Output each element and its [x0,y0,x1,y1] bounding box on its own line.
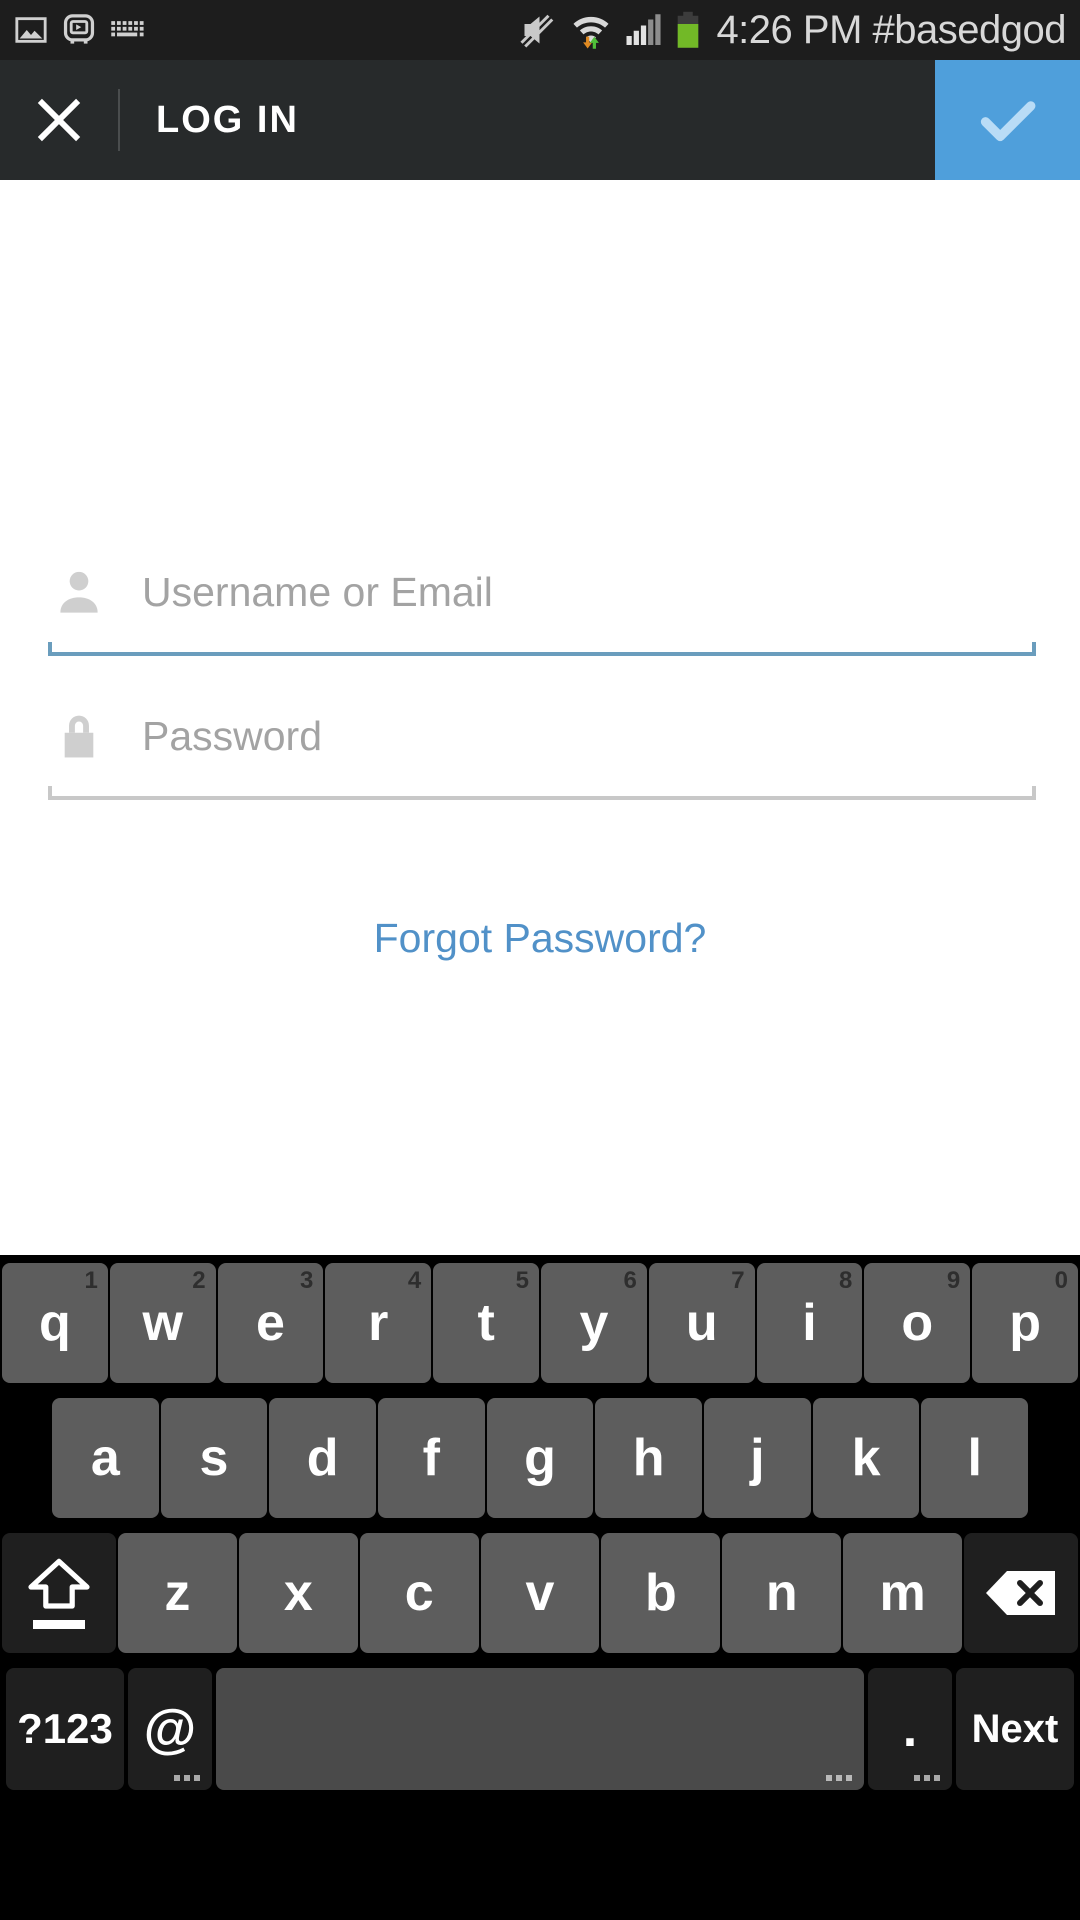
at-key[interactable]: @ [128,1668,212,1790]
long-press-hint-icon [826,1775,852,1781]
key-y[interactable]: 6 y [541,1263,647,1383]
battery-icon [678,11,699,48]
key-p[interactable]: 0 p [972,1263,1078,1383]
password-placeholder: Password [142,712,323,759]
username-field[interactable]: Username or Email [48,542,1036,642]
key-label: p [1009,1294,1041,1352]
video-badge-icon [63,14,95,44]
password-field[interactable]: Password [48,686,1036,786]
key-hint: 5 [515,1267,529,1294]
login-form: Username or Email Password Forgot Passwo… [0,180,1080,1255]
shift-indicator-bar [33,1620,85,1629]
at-key-label: @ [143,1699,197,1759]
key-b[interactable]: b [601,1533,721,1653]
key-hint: 2 [192,1267,206,1294]
action-bar: LOG IN [0,60,1080,180]
next-action-key[interactable]: Next [956,1668,1074,1790]
key-m[interactable]: m [843,1533,963,1653]
long-press-hint-icon [914,1775,940,1781]
username-placeholder: Username or Email [142,568,493,615]
status-bar-label: #basedgod [872,7,1067,52]
key-c[interactable]: c [359,1533,479,1653]
person-icon [48,566,110,618]
image-icon [15,17,47,43]
key-v[interactable]: v [480,1533,600,1653]
key-f[interactable]: f [378,1398,485,1518]
key-hint: 1 [84,1267,98,1294]
key-hint: 4 [407,1267,422,1294]
keyboard-row-1: 1 q 2 w 3 e 4 r 5 t 6 y 7 u 8 i 9 o 0 p [0,1263,1080,1398]
key-hint: 7 [731,1267,745,1294]
key-k[interactable]: k [812,1398,920,1518]
keyboard-row-4: ?123 @ . Next [0,1668,1080,1808]
wifi-data-icon [573,16,609,49]
check-icon [980,101,1035,142]
key-label: y [579,1294,609,1352]
submit-login-button[interactable] [935,60,1080,180]
key-q[interactable]: 1 q [2,1263,108,1383]
keyboard-row-2: a s d f g h j k l [0,1398,1080,1533]
keyboard-icon [111,21,144,37]
action-bar-divider [118,89,120,151]
key-label: u [685,1294,718,1352]
status-bar-notification-icons [14,13,148,47]
key-s[interactable]: s [160,1398,268,1518]
key-label: o [901,1294,934,1352]
key-label: e [256,1294,285,1352]
period-key-label: . [902,1700,918,1758]
key-w[interactable]: 2 w [109,1263,216,1383]
key-label: q [39,1294,71,1352]
key-hint: 0 [1054,1267,1068,1294]
keyboard-row-3: z x c v b n m [0,1533,1080,1668]
key-hint: 3 [300,1267,314,1294]
key-label: w [142,1294,183,1352]
key-e[interactable]: 3 e [217,1263,324,1383]
login-screen: 4:26 PM #basedgod LOG IN Username or Ema… [0,0,1080,1920]
key-label: t [477,1294,495,1352]
volume-muted-icon [520,14,554,48]
page-title: LOG IN [156,98,299,141]
key-j[interactable]: j [704,1398,811,1518]
key-n[interactable]: n [722,1533,842,1653]
key-a[interactable]: a [51,1398,159,1518]
close-icon [37,98,81,142]
cellular-signal-icon [626,14,661,45]
status-bar-time: 4:26 PM [716,7,862,52]
key-r[interactable]: 4 r [325,1263,432,1383]
shift-up-arrow-icon [27,1557,91,1629]
username-underline [48,642,1036,656]
key-z[interactable]: z [118,1533,237,1653]
forgot-password-link[interactable]: Forgot Password? [0,915,1080,962]
key-hint: 9 [946,1267,961,1294]
symbols-key[interactable]: ?123 [6,1668,124,1790]
key-x[interactable]: x [238,1533,358,1653]
backspace-key[interactable] [964,1533,1079,1653]
key-g[interactable]: g [486,1398,594,1518]
key-d[interactable]: d [269,1398,376,1518]
key-h[interactable]: h [595,1398,703,1518]
lock-icon [48,710,110,762]
soft-keyboard: 1 q 2 w 3 e 4 r 5 t 6 y 7 u 8 i 9 o 0 p … [0,1255,1080,1920]
close-button[interactable] [0,60,118,180]
period-key[interactable]: . [868,1668,952,1790]
key-t[interactable]: 5 t [433,1263,539,1383]
key-hint: 6 [623,1267,637,1294]
key-label: r [368,1294,389,1352]
key-o[interactable]: 9 o [864,1263,971,1383]
key-l[interactable]: l [921,1398,1029,1518]
key-hint: 8 [839,1267,853,1294]
key-i[interactable]: 8 i [756,1263,863,1383]
status-bar-clock: 4:26 PM #basedgod [716,8,1066,53]
key-label: i [802,1294,817,1352]
status-bar: 4:26 PM #basedgod [0,0,1080,60]
shift-key[interactable] [2,1533,116,1653]
key-u[interactable]: 7 u [648,1263,755,1383]
space-key[interactable] [216,1668,864,1790]
long-press-hint-icon [174,1775,200,1781]
backspace-icon [986,1571,1056,1615]
status-bar-system-icons [518,11,702,49]
password-underline [48,786,1036,800]
